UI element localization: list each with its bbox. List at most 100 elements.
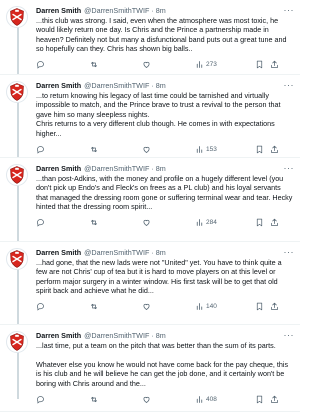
more-options-icon[interactable]: ··· xyxy=(284,81,295,90)
reply-icon xyxy=(37,219,44,227)
tweet[interactable]: Darren Smith @DarrenSmithTWIF · 8m ··· .… xyxy=(0,158,300,242)
tweet-timestamp[interactable]: 8m xyxy=(156,6,166,15)
author-handle[interactable]: @DarrenSmithTWIF xyxy=(84,6,149,15)
like-icon xyxy=(143,62,150,69)
retweet-button[interactable] xyxy=(89,60,142,69)
author-name[interactable]: Darren Smith xyxy=(36,248,81,257)
tweet-actions: 153 xyxy=(36,143,294,155)
author-handle[interactable]: @DarrenSmithTWIF xyxy=(84,164,149,173)
more-options-icon[interactable]: ··· xyxy=(284,164,295,173)
reply-icon xyxy=(37,145,44,154)
retweet-icon xyxy=(91,146,97,152)
retweet-icon xyxy=(91,304,97,310)
tweet-timestamp[interactable]: 8m xyxy=(156,81,166,90)
tweet-timestamp[interactable]: 8m xyxy=(156,331,166,340)
views-chart-icon xyxy=(196,395,203,403)
author-name[interactable]: Darren Smith xyxy=(36,81,81,90)
retweet-button[interactable] xyxy=(89,145,142,154)
views-chart-icon xyxy=(196,219,203,227)
like-icon xyxy=(143,220,150,227)
separator-dot: · xyxy=(151,6,154,15)
tweet-actions: 284 xyxy=(36,217,294,229)
views-count: 140 xyxy=(206,303,217,311)
share-button[interactable] xyxy=(270,302,280,311)
avatar[interactable] xyxy=(6,331,28,353)
avatar[interactable] xyxy=(6,248,28,270)
separator-dot: · xyxy=(151,331,154,340)
more-options-icon[interactable]: ··· xyxy=(284,331,295,340)
reply-icon xyxy=(37,395,44,404)
views-button[interactable]: 140 xyxy=(195,302,255,311)
share-button[interactable] xyxy=(270,145,280,154)
author-name[interactable]: Darren Smith xyxy=(36,331,81,340)
tweet-text: ...than post-Adkins, with the money and … xyxy=(36,174,295,212)
reply-button[interactable] xyxy=(36,218,89,227)
author-handle[interactable]: @DarrenSmithTWIF xyxy=(84,331,149,340)
thread-connector-line xyxy=(17,269,19,324)
tweet-text: ...to return knowing his legacy of last … xyxy=(36,91,281,138)
reply-button[interactable] xyxy=(36,395,89,404)
share-icon xyxy=(271,302,278,310)
sheffield-united-crest-icon xyxy=(10,166,24,184)
author-handle[interactable]: @DarrenSmithTWIF xyxy=(84,81,149,90)
more-options-icon[interactable]: ··· xyxy=(284,248,295,257)
views-chart-icon xyxy=(196,145,203,153)
tweet[interactable]: Darren Smith @DarrenSmithTWIF · 8m ··· .… xyxy=(0,242,300,325)
separator-dot: · xyxy=(151,81,154,90)
tweet-header: Darren Smith @DarrenSmithTWIF · 8m xyxy=(36,164,294,173)
tweet-timestamp[interactable]: 8m xyxy=(156,248,166,257)
views-button[interactable]: 273 xyxy=(195,60,255,69)
bookmark-button[interactable] xyxy=(255,60,270,69)
retweet-button[interactable] xyxy=(89,302,142,311)
bookmark-icon xyxy=(256,302,263,311)
like-button[interactable] xyxy=(142,218,195,227)
bookmark-button[interactable] xyxy=(255,218,270,227)
share-button[interactable] xyxy=(270,395,280,404)
avatar[interactable] xyxy=(6,164,28,186)
like-button[interactable] xyxy=(142,302,195,311)
author-name[interactable]: Darren Smith xyxy=(36,164,81,173)
author-handle[interactable]: @DarrenSmithTWIF xyxy=(84,248,149,257)
avatar[interactable] xyxy=(6,81,28,103)
tweet-timestamp[interactable]: 8m xyxy=(156,164,166,173)
tweet-actions: 408 xyxy=(36,393,294,405)
author-name[interactable]: Darren Smith xyxy=(36,6,81,15)
bookmark-icon xyxy=(256,395,263,403)
like-button[interactable] xyxy=(142,395,195,404)
views-button[interactable]: 284 xyxy=(195,218,255,227)
share-button[interactable] xyxy=(270,218,280,227)
views-button[interactable]: 408 xyxy=(195,395,255,404)
retweet-button[interactable] xyxy=(89,218,142,227)
sheffield-united-crest-icon xyxy=(10,250,24,268)
bookmark-button[interactable] xyxy=(255,395,270,404)
like-button[interactable] xyxy=(142,145,195,154)
more-options-icon[interactable]: ··· xyxy=(284,6,295,15)
thread-connector-line xyxy=(17,185,19,241)
share-icon xyxy=(271,60,278,68)
tweet[interactable]: Darren Smith @DarrenSmithTWIF · 8m ··· .… xyxy=(0,75,300,158)
like-button[interactable] xyxy=(142,60,195,69)
like-icon xyxy=(143,146,150,153)
reply-button[interactable] xyxy=(36,145,89,154)
views-count: 284 xyxy=(206,219,217,227)
reply-button[interactable] xyxy=(36,302,89,311)
separator-dot: · xyxy=(151,248,154,257)
sheffield-united-crest-icon xyxy=(10,333,24,351)
tweet-text: ...last time, put a team on the pitch th… xyxy=(36,341,289,388)
bookmark-button[interactable] xyxy=(255,302,270,311)
bookmark-button[interactable] xyxy=(255,145,270,154)
reply-button[interactable] xyxy=(36,60,89,69)
reply-icon xyxy=(37,303,44,311)
tweet[interactable]: Darren Smith @DarrenSmithTWIF · 8m ··· .… xyxy=(0,0,300,75)
share-button[interactable] xyxy=(270,60,280,69)
share-icon xyxy=(271,145,278,153)
reply-icon xyxy=(37,61,44,69)
views-count: 408 xyxy=(206,395,217,403)
retweet-button[interactable] xyxy=(89,395,142,404)
avatar[interactable] xyxy=(6,6,28,28)
tweet-header: Darren Smith @DarrenSmithTWIF · 8m xyxy=(36,331,294,340)
tweet-thread: Darren Smith @DarrenSmithTWIF · 8m ··· .… xyxy=(0,0,300,412)
views-button[interactable]: 153 xyxy=(195,145,255,154)
tweet[interactable]: Darren Smith @DarrenSmithTWIF · 8m ··· .… xyxy=(0,325,300,412)
tweet-actions: 140 xyxy=(36,301,294,313)
